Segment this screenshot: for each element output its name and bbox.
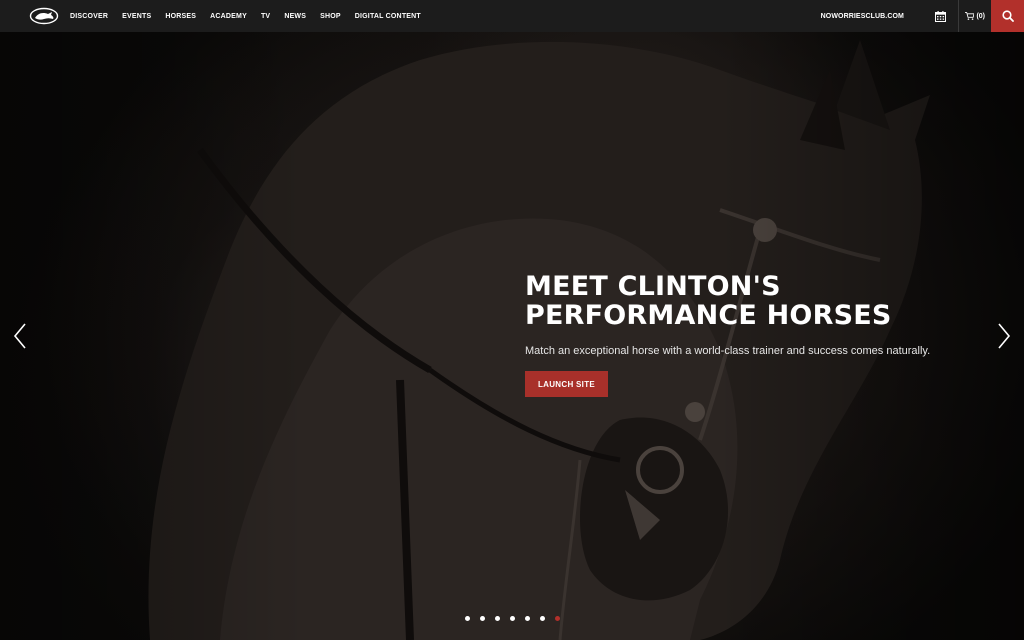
calendar-icon [934,10,946,22]
nav-item-discover[interactable]: DISCOVER [70,13,108,20]
cart-icon [965,12,975,20]
nav-item-shop[interactable]: SHOP [320,13,341,20]
main-nav: DISCOVER EVENTS HORSES ACADEMY TV NEWS S… [70,0,421,32]
nav-item-academy[interactable]: ACADEMY [210,13,247,20]
club-link[interactable]: NOWORRIESCLUB.COM [821,13,904,20]
hero-subtext: Match an exceptional horse with a world-… [525,345,931,357]
search-icon [1001,10,1014,22]
search-button[interactable] [991,0,1024,32]
carousel-dot[interactable] [495,616,500,621]
topbar-utilities: NOWORRIESCLUB.COM (0) [821,0,1024,32]
cart-button[interactable]: (0) [959,0,991,32]
carousel-dots [465,616,570,621]
kangaroo-logo-icon[interactable] [28,6,60,26]
carousel-dot[interactable] [525,616,530,621]
carousel-dot[interactable] [465,616,470,621]
carousel-next-button[interactable] [996,322,1012,350]
nav-item-events[interactable]: EVENTS [122,13,151,20]
hero-headline-line-1: MEET CLINTON'S [525,271,781,302]
page: DISCOVER EVENTS HORSES ACADEMY TV NEWS S… [0,0,1024,640]
chevron-right-icon [998,323,1011,349]
hero-headline-line-2: PERFORMANCE HORSES [525,300,892,331]
calendar-button[interactable] [930,0,950,32]
carousel-dot-active[interactable] [555,616,560,621]
carousel-dot[interactable] [540,616,545,621]
top-navigation-bar: DISCOVER EVENTS HORSES ACADEMY TV NEWS S… [0,0,1024,32]
hero-headline: MEET CLINTON'S PERFORMANCE HORSES [525,272,945,330]
cart-count: (0) [976,12,985,20]
nav-item-horses[interactable]: HORSES [165,13,196,20]
nav-item-news[interactable]: NEWS [284,13,306,20]
launch-site-button[interactable]: LAUNCH SITE [525,371,608,397]
nav-item-digital-content[interactable]: DIGITAL CONTENT [355,13,421,20]
carousel-dot[interactable] [480,616,485,621]
chevron-left-icon [13,323,26,349]
carousel-prev-button[interactable] [12,322,28,350]
carousel-dot[interactable] [510,616,515,621]
nav-item-tv[interactable]: TV [261,13,270,20]
